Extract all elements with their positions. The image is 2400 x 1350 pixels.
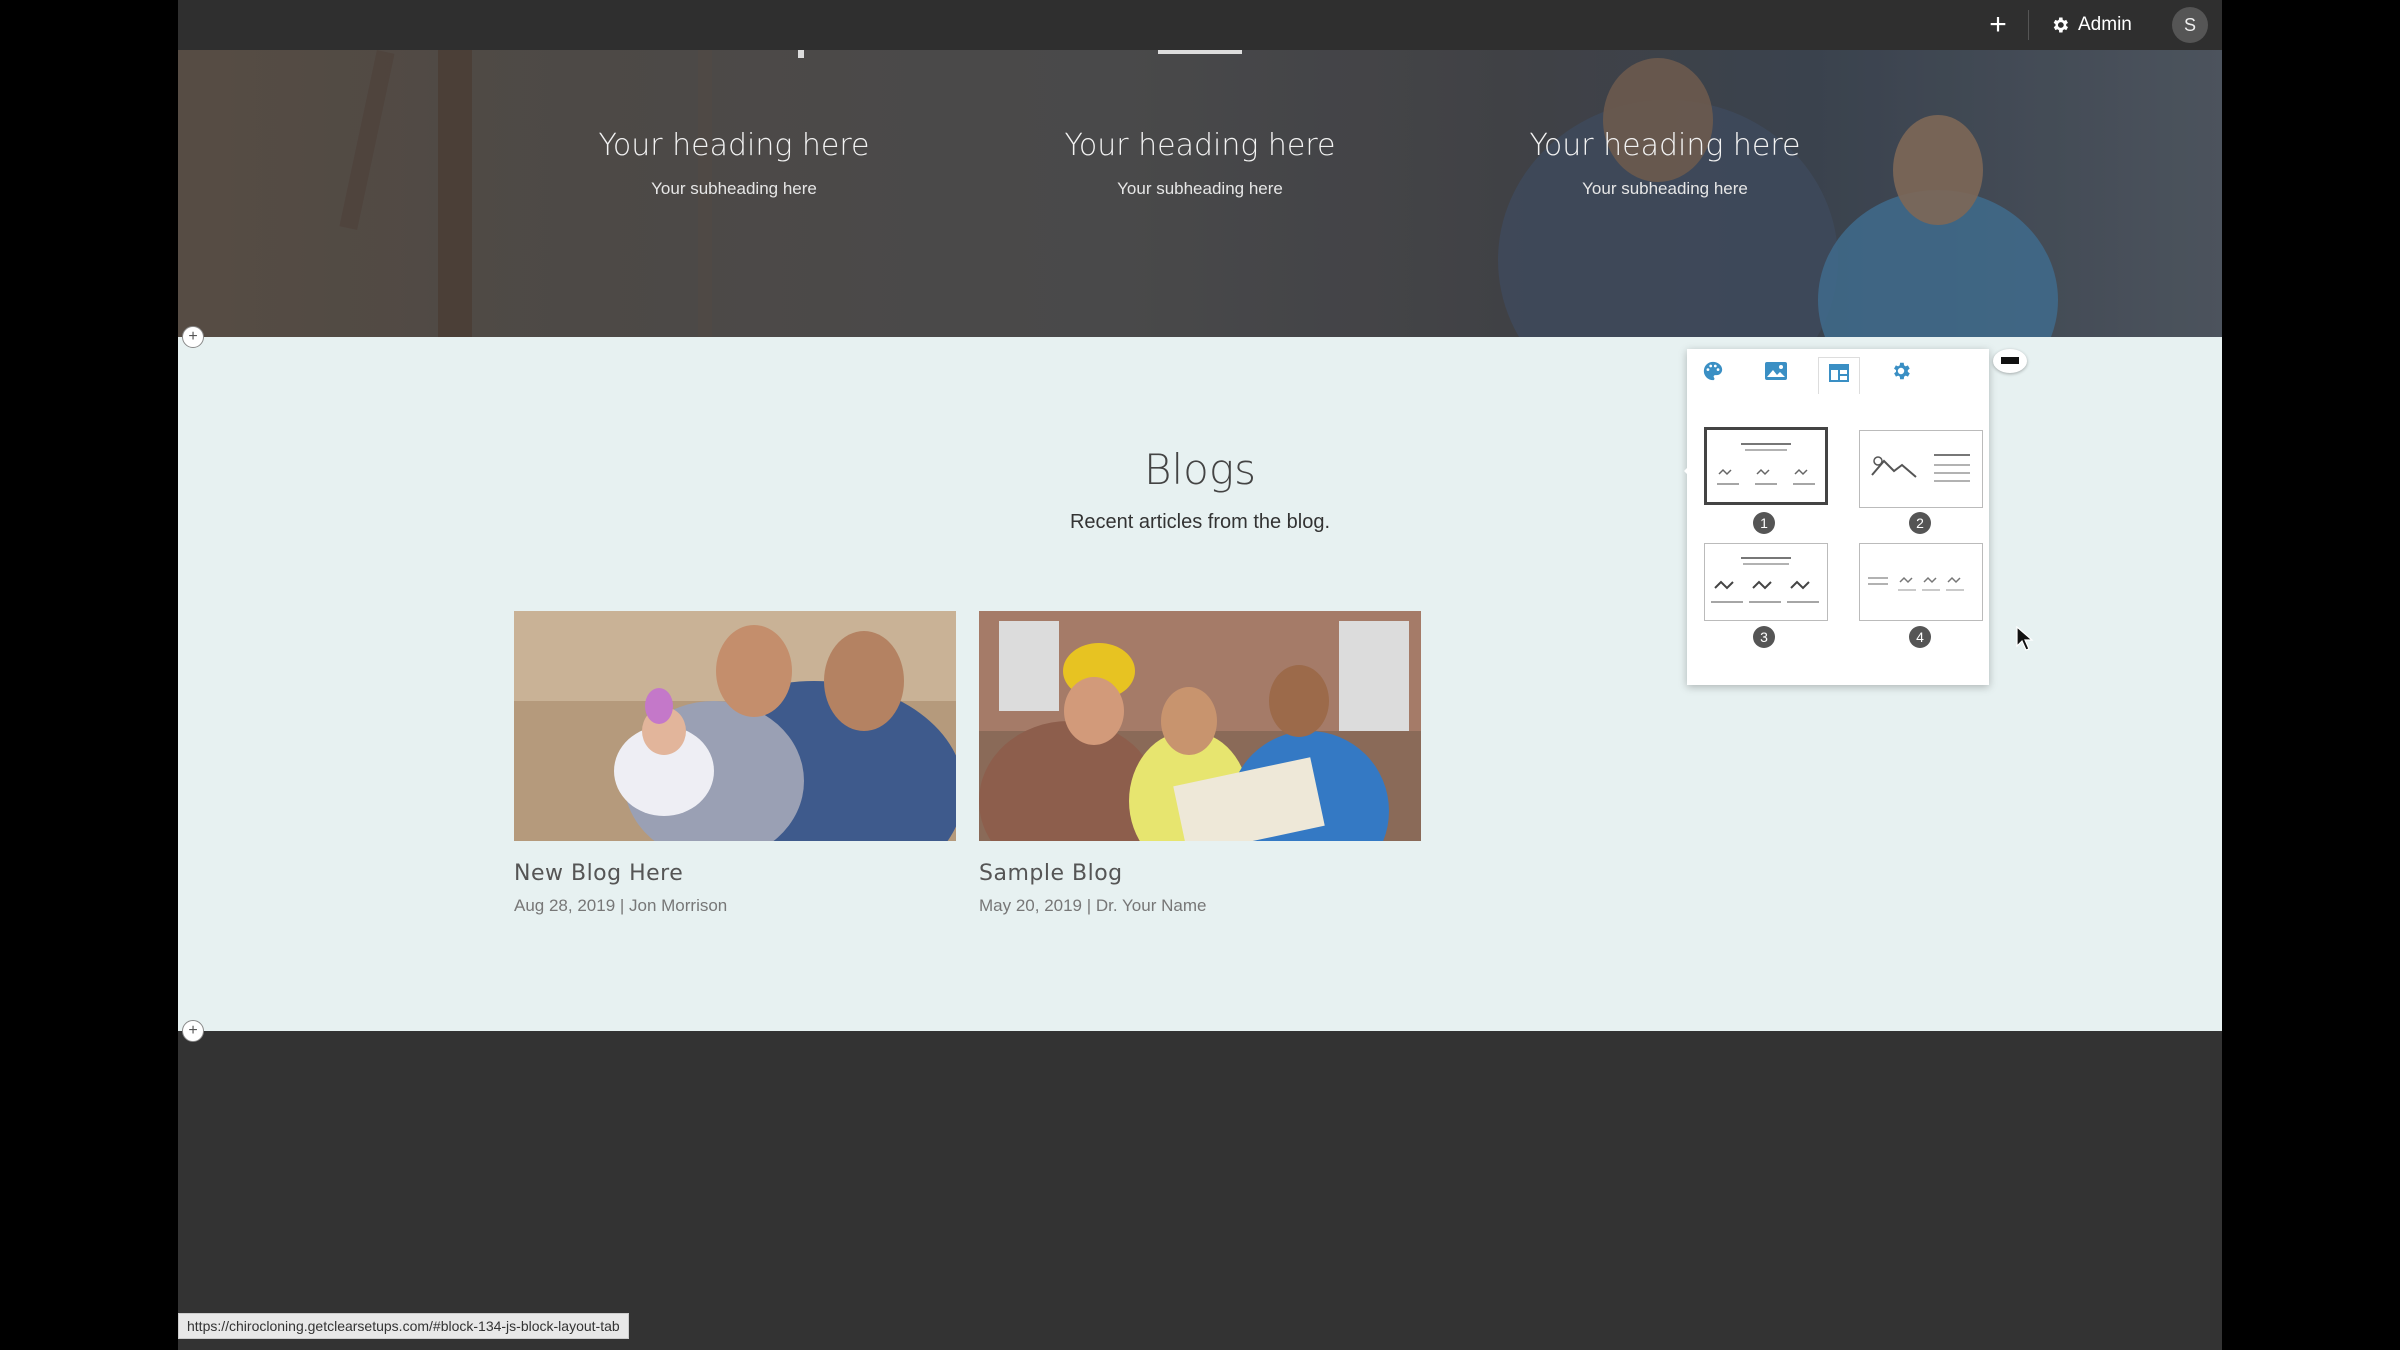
hero-heading[interactable]: Your heading here [1485,128,1845,163]
panel-tabs [1687,349,1989,401]
tab-settings[interactable] [1881,357,1921,393]
layout-number-4: 4 [1909,626,1931,648]
hero-column-2: Your heading here Your subheading here [1020,128,1380,199]
mouse-cursor-icon [2016,626,2034,651]
blog-card[interactable]: New Blog Here Aug 28, 2019 | Jon Morriso… [514,611,956,916]
hero-heading[interactable]: Your heading here [554,128,914,163]
layout-option-4[interactable] [1859,543,1983,621]
layout-option-2[interactable] [1859,430,1983,508]
panel-pointer [1684,463,1692,479]
layout-2-preview-icon [1871,454,1970,482]
tab-design[interactable] [1693,357,1733,393]
add-section-button-top[interactable]: + [182,326,204,348]
hero-subheading[interactable]: Your subheading here [1485,179,1845,199]
tab-layout[interactable] [1818,357,1860,394]
layout-option-1[interactable] [1704,427,1828,505]
palette-icon [1703,361,1723,381]
block-settings-panel: 1 2 3 4 [1687,349,1989,685]
hero-subheading[interactable]: Your subheading here [554,179,914,199]
admin-toolbar: + Admin S [178,0,2222,50]
layout-icon [1829,364,1849,382]
minus-icon [2001,357,2019,364]
status-bar-url: https://chirocloning.getclearsetups.com/… [178,1313,629,1339]
blog-title[interactable]: Sample Blog [979,861,1421,886]
admin-label: Admin [2078,14,2132,35]
layout-option-3[interactable] [1704,543,1828,621]
layout-4-preview-icon [1868,576,1964,591]
hero-section: Your heading here Your subheading here Y… [178,50,2222,337]
hero-subheading[interactable]: Your subheading here [1020,179,1380,199]
gear-icon [1894,362,1910,380]
blog-meta: May 20, 2019 | Dr. Your Name [979,896,1207,915]
layout-number-1: 1 [1753,512,1775,534]
layout-1-preview-icon [1717,443,1815,485]
hero-column-3: Your heading here Your subheading here [1485,128,1845,199]
panel-collapse-button[interactable] [1993,349,2027,373]
layout-number-2: 2 [1909,512,1931,534]
hero-heading[interactable]: Your heading here [1020,128,1380,163]
blog-card[interactable]: Sample Blog May 20, 2019 | Dr. Your Name [979,611,1421,916]
tab-background-image[interactable] [1756,357,1796,393]
gear-icon [2053,17,2068,33]
toolbar-divider [2028,10,2029,40]
admin-menu-button[interactable]: Admin [2050,10,2132,40]
plus-icon: + [1989,8,2007,41]
footer-section [178,1031,2222,1350]
blog-meta: Aug 28, 2019 | Jon Morrison [514,896,728,915]
hero-column-1: Your heading here Your subheading here [554,128,914,199]
layout-3-preview-icon [1711,557,1819,603]
avatar[interactable]: S [2172,7,2208,43]
image-icon [1765,362,1787,380]
blog-title[interactable]: New Blog Here [514,861,956,886]
blog-image[interactable] [514,611,956,841]
blog-image[interactable] [979,611,1421,841]
add-block-button[interactable]: + [1981,8,2015,42]
add-section-button-bottom[interactable]: + [182,1020,204,1042]
layout-number-3: 3 [1753,626,1775,648]
